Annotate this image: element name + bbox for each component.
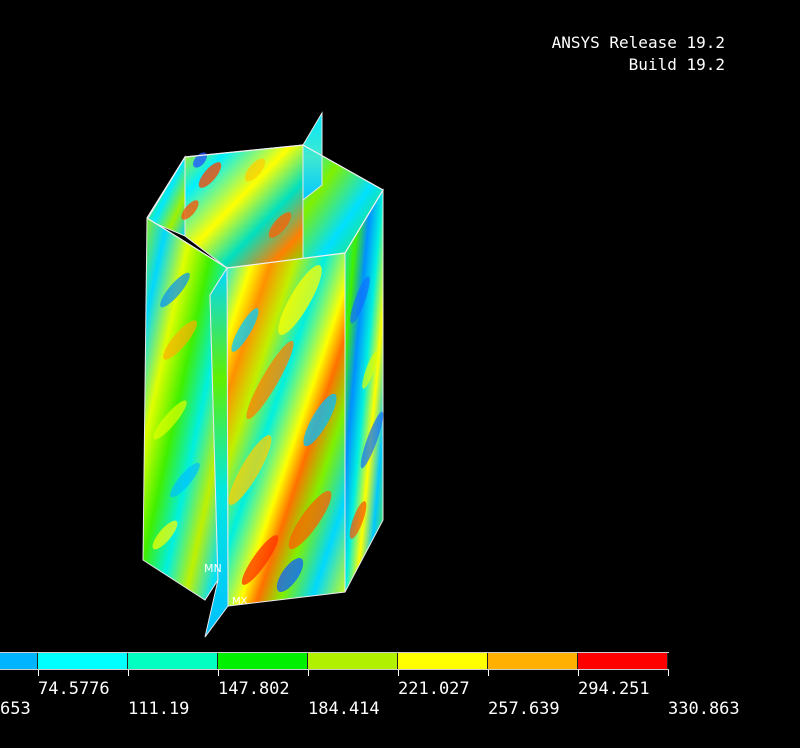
legend-value-lower: 330.863 bbox=[668, 699, 740, 719]
min-marker: MN bbox=[204, 562, 222, 575]
hexagonal-column-model[interactable] bbox=[0, 0, 800, 748]
fin-top bbox=[302, 111, 323, 202]
max-marker: MX bbox=[232, 596, 248, 607]
legend-value-lower: 111.19 bbox=[128, 699, 190, 719]
legend-tick bbox=[218, 670, 219, 676]
legend-value-upper: 74.5776 bbox=[38, 679, 110, 699]
legend-value-lower: 653 bbox=[0, 699, 31, 719]
legend-band bbox=[0, 653, 38, 669]
legend-value-upper: 221.027 bbox=[398, 679, 470, 699]
legend-tick bbox=[578, 670, 579, 676]
legend-value-upper: 147.802 bbox=[218, 679, 290, 699]
legend-band bbox=[218, 653, 308, 669]
legend-tick bbox=[668, 670, 669, 676]
legend-tick bbox=[308, 670, 309, 676]
legend-value-upper: 294.251 bbox=[578, 679, 650, 699]
legend-band bbox=[398, 653, 488, 669]
graphics-viewport[interactable]: ANSYS Release 19.2 Build 19.2 MN MX 74.5… bbox=[0, 0, 800, 748]
legend-value-lower: 257.639 bbox=[488, 699, 560, 719]
contour-legend-bar bbox=[0, 652, 669, 670]
legend-band bbox=[38, 653, 128, 669]
legend-band bbox=[308, 653, 398, 669]
legend-tick bbox=[398, 670, 399, 676]
legend-tick bbox=[38, 670, 39, 676]
legend-band bbox=[128, 653, 218, 669]
legend-value-lower: 184.414 bbox=[308, 699, 380, 719]
legend-band bbox=[488, 653, 578, 669]
legend-band bbox=[578, 653, 668, 669]
legend-tick bbox=[128, 670, 129, 676]
legend-tick bbox=[488, 670, 489, 676]
